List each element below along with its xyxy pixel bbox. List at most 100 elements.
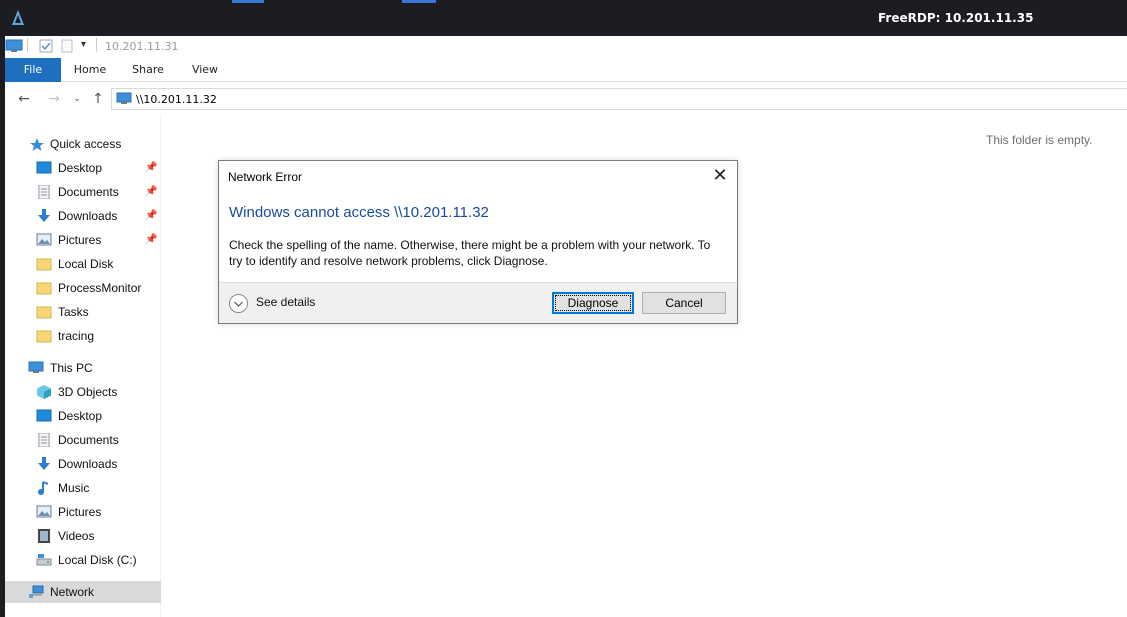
desktop-icon: [36, 409, 52, 422]
address-path: \\10.201.11.32: [136, 93, 217, 106]
nav-label: ProcessMonitor: [58, 281, 142, 295]
star-icon: [30, 138, 44, 151]
nav-label: Local Disk: [58, 257, 114, 271]
pictures-icon: [36, 233, 52, 246]
new-folder-icon[interactable]: [61, 39, 73, 53]
rdp-title-bar: FreeRDP: 10.201.11.35: [0, 0, 1127, 36]
diagnose-button[interactable]: Diagnose: [552, 292, 634, 314]
nav-label: Tasks: [58, 305, 89, 319]
up-arrow-icon[interactable]: ↑: [90, 91, 106, 107]
pin-icon[interactable]: 📌: [145, 229, 157, 251]
nav-label: Documents: [58, 185, 119, 199]
nav-label: Local Disk (C:): [58, 553, 137, 567]
nav-label: Quick access: [50, 137, 122, 151]
nav-this-pc-videos[interactable]: Videos: [5, 525, 161, 547]
dialog-message: Check the spelling of the name. Otherwis…: [229, 237, 729, 269]
desktop-icon: [36, 161, 52, 174]
toolbar-divider: [27, 38, 28, 52]
properties-icon[interactable]: [39, 39, 53, 53]
downloads-icon: [38, 209, 50, 222]
chevron-down-icon[interactable]: [229, 294, 248, 313]
nav-label: Network: [50, 585, 95, 599]
dialog-message-line: Check the spelling of the name. Otherwis…: [229, 238, 711, 252]
navigation-pane: Quick access Desktop 📌 Documents 📌 Downl…: [5, 114, 161, 617]
nav-label: Documents: [58, 433, 119, 447]
folder-icon: [36, 282, 52, 295]
ribbon-tabs: File Home Share View: [5, 58, 1127, 82]
back-arrow-icon[interactable]: ←: [16, 91, 32, 107]
folder-icon: [36, 306, 52, 319]
videos-icon: [38, 529, 50, 543]
drive-icon: [36, 554, 52, 566]
dialog-message-line: try to identify and resolve network prob…: [229, 254, 548, 268]
tab-home[interactable]: Home: [69, 58, 111, 82]
address-field[interactable]: \\10.201.11.32: [111, 88, 1127, 110]
rdp-accent-mark: [402, 0, 436, 3]
nav-label: Videos: [58, 529, 95, 543]
nav-quick-access-desktop[interactable]: Desktop 📌: [5, 157, 161, 179]
empty-folder-message: This folder is empty.: [986, 133, 1093, 147]
nav-quick-access-processmonitor[interactable]: ProcessMonitor: [5, 277, 161, 299]
nav-label: Desktop: [58, 161, 103, 175]
documents-icon: [38, 185, 50, 199]
forward-arrow-icon[interactable]: →: [46, 91, 62, 107]
cancel-button[interactable]: Cancel: [642, 292, 726, 314]
file-explorer-window: ▾ 10.201.11.31 File Home Share View ← → …: [5, 36, 1127, 617]
nav-quick-access-tracing[interactable]: tracing: [5, 325, 161, 347]
pin-icon[interactable]: 📌: [145, 181, 157, 203]
customize-toolbar-chevron-icon[interactable]: ▾: [81, 39, 86, 50]
nav-this-pc-documents[interactable]: Documents: [5, 429, 161, 451]
3d-objects-icon: [37, 385, 51, 399]
nav-this-pc-desktop[interactable]: Desktop: [5, 405, 161, 427]
nav-label: tracing: [58, 329, 95, 343]
folder-icon: [36, 330, 52, 343]
nav-label: Downloads: [58, 457, 118, 471]
toolbar-divider: [96, 38, 97, 52]
see-details-toggle[interactable]: See details: [256, 295, 315, 309]
nav-quick-access-tasks[interactable]: Tasks: [5, 301, 161, 323]
network-icon: [29, 585, 44, 598]
nav-quick-access-local-disk[interactable]: Local Disk: [5, 253, 161, 275]
nav-label: Desktop: [58, 409, 103, 423]
diagnose-button-label: Diagnose: [554, 295, 632, 311]
nav-this-pc-pictures[interactable]: Pictures: [5, 501, 161, 523]
dialog-footer: See details Diagnose Cancel: [219, 282, 737, 323]
nav-network[interactable]: Network: [5, 581, 161, 603]
nav-quick-access[interactable]: Quick access: [5, 133, 161, 155]
tab-view[interactable]: View: [185, 58, 225, 82]
recent-locations-chevron-icon[interactable]: ⌄: [69, 91, 85, 107]
dialog-heading: Windows cannot access \\10.201.11.32: [229, 204, 489, 221]
nav-this-pc[interactable]: This PC: [5, 357, 161, 379]
nav-this-pc-music[interactable]: Music: [5, 477, 161, 499]
quick-access-toolbar: ▾ 10.201.11.31: [5, 36, 1127, 58]
window-title: 10.201.11.31: [105, 40, 179, 53]
close-icon[interactable]: ✕: [707, 165, 733, 187]
tab-file[interactable]: File: [5, 58, 61, 82]
rdp-window-title: FreeRDP: 10.201.11.35: [878, 11, 1034, 25]
network-computer-icon: [116, 92, 132, 104]
dialog-title: Network Error: [228, 170, 303, 184]
nav-this-pc-local-disk-c[interactable]: Local Disk (C:): [5, 549, 161, 571]
nav-label: Pictures: [58, 233, 102, 247]
this-pc-icon: [28, 361, 44, 373]
pin-icon[interactable]: 📌: [145, 205, 157, 227]
computer-icon[interactable]: [5, 39, 23, 53]
nav-label: This PC: [50, 361, 93, 375]
navigation-bar: ← → ⌄ ↑ \\10.201.11.32: [5, 84, 1127, 114]
nav-quick-access-pictures[interactable]: Pictures 📌: [5, 229, 161, 251]
tab-share[interactable]: Share: [127, 58, 169, 82]
documents-icon: [38, 433, 50, 447]
downloads-icon: [38, 457, 50, 470]
nav-label: Pictures: [58, 505, 102, 519]
folder-icon: [36, 258, 52, 271]
nav-label: 3D Objects: [58, 385, 118, 399]
freerdp-logo-icon: [12, 10, 24, 25]
pin-icon[interactable]: 📌: [145, 157, 157, 179]
nav-label: Music: [58, 481, 90, 495]
nav-quick-access-downloads[interactable]: Downloads 📌: [5, 205, 161, 227]
nav-this-pc-3d-objects[interactable]: 3D Objects: [5, 381, 161, 403]
pictures-icon: [36, 505, 52, 518]
nav-quick-access-documents[interactable]: Documents 📌: [5, 181, 161, 203]
nav-this-pc-downloads[interactable]: Downloads: [5, 453, 161, 475]
music-icon: [38, 481, 49, 495]
